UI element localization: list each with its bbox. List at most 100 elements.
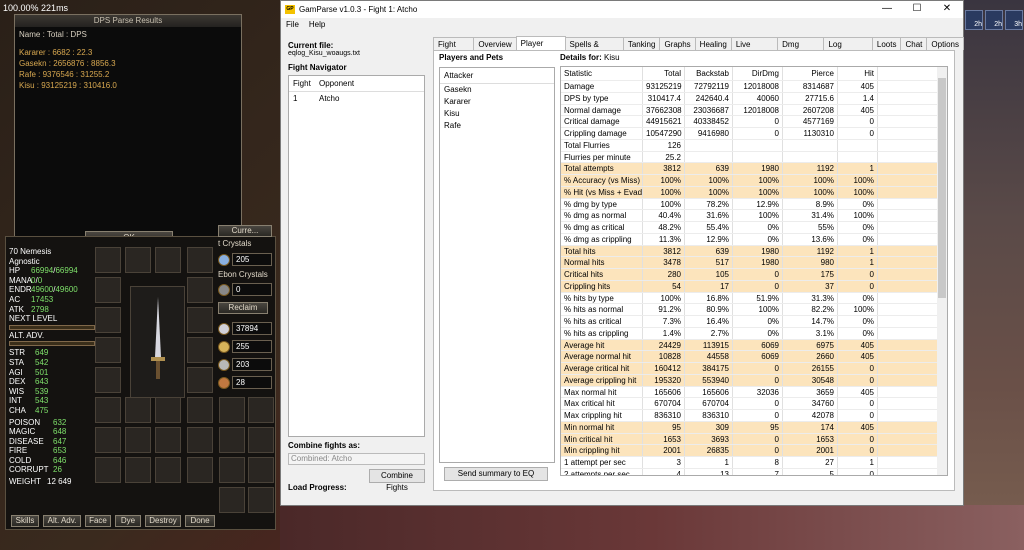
bag-slot-7-icon[interactable]: [219, 487, 245, 513]
table-row[interactable]: % hits as crippling 1.4% 2.7% 0% 3.1% 0%: [561, 327, 947, 340]
table-row[interactable]: Critical hits 280 105 0 175 0: [561, 269, 947, 281]
table-row[interactable]: Max crippling hit 836310 836310 0 42078 0: [561, 410, 947, 422]
table-row[interactable]: % hits as normal 91.2% 80.9% 100% 82.2% 100%: [561, 304, 947, 316]
tab-spells-discs[interactable]: Spells & Discs: [564, 37, 624, 62]
grid-scrollbar[interactable]: [937, 67, 947, 475]
attacker-item[interactable]: Rafe: [440, 120, 554, 132]
table-row[interactable]: Max normal hit 165606 165606 32036 3659 405: [561, 386, 947, 399]
reclaim-button[interactable]: Reclaim: [218, 302, 268, 314]
inventory-donebutton[interactable]: Done: [185, 515, 215, 527]
table-row[interactable]: Min crippling hit 2001 26835 0 2001 0: [561, 445, 947, 457]
slot-powersource-icon[interactable]: [155, 457, 181, 483]
slot-secondary-icon[interactable]: [95, 457, 121, 483]
slot-misc-icon[interactable]: [187, 457, 213, 483]
scrollbar-thumb[interactable]: [938, 78, 946, 298]
table-row[interactable]: Crippling damage 10547290 9416980 0 1130310 0: [561, 128, 947, 140]
tab-fight-list[interactable]: Fight List: [433, 37, 475, 62]
combine-name-input[interactable]: Combined: Atcho: [288, 453, 425, 465]
send-summary-button[interactable]: Send summary to EQ: [444, 467, 548, 481]
attacker-header[interactable]: Attacker: [440, 68, 554, 84]
table-row[interactable]: 2 attempts per sec 4 13 7 5 0: [561, 468, 947, 475]
table-row[interactable]: Max critical hit 670704 670704 0 34760 0: [561, 398, 947, 410]
slot-wrist2-icon[interactable]: [187, 337, 213, 363]
slot-face-icon[interactable]: [155, 247, 181, 273]
tab-overview[interactable]: Overview: [473, 37, 517, 50]
slot-feet-icon[interactable]: [155, 427, 181, 453]
bag-slot-3-icon[interactable]: [219, 427, 245, 453]
slot-charm-icon[interactable]: [155, 397, 181, 423]
table-row[interactable]: Critical damage 44915621 40338452 0 4577169 0: [561, 116, 947, 128]
table-row[interactable]: Damage 93125219 72792119 12018008 8314687 405: [561, 81, 947, 93]
table-row[interactable]: Total Flurries 126: [561, 139, 947, 152]
slot-ring2-icon[interactable]: [187, 397, 213, 423]
inventory-facebutton[interactable]: Face: [85, 515, 111, 527]
table-row[interactable]: % dmg as crippling 11.3% 12.9% 0% 13.6% 0%: [561, 233, 947, 246]
tab-chat[interactable]: Chat: [900, 37, 928, 50]
slot-hands-icon[interactable]: [187, 367, 213, 393]
tab-dmg-mods[interactable]: Dmg Mods: [777, 37, 825, 62]
tab-graphs[interactable]: Graphs: [659, 37, 696, 50]
table-row[interactable]: Normal damage 37662308 23036687 12018008 260…: [561, 104, 947, 117]
column-header[interactable]: Pierce: [783, 67, 838, 80]
buff-icon[interactable]: 2h: [965, 10, 983, 30]
table-row[interactable]: Flurries per minute 25.2: [561, 151, 947, 164]
tab-player-dps[interactable]: Player DPS: [515, 36, 566, 61]
tab-log-search[interactable]: Log Search: [823, 37, 873, 62]
table-row[interactable]: % hits by type 100% 16.8% 51.9% 31.3% 0%: [561, 292, 947, 305]
slot-ring-icon[interactable]: [95, 397, 121, 423]
table-row[interactable]: Min normal hit 95 309 95 174 405: [561, 421, 947, 434]
bag-slot-1-icon[interactable]: [219, 397, 245, 423]
table-row[interactable]: % Hit (vs Miss + Evade) 100% 100% 100% 100% 1…: [561, 186, 947, 199]
bag-slot-2-icon[interactable]: [248, 397, 274, 423]
currency-button[interactable]: Curre...: [218, 225, 272, 237]
table-row[interactable]: Min critical hit 1653 3693 0 1653 0: [561, 433, 947, 446]
slot-ear-icon[interactable]: [95, 247, 121, 273]
table-row[interactable]: Average normal hit 10828 44558 6069 2660 405: [561, 351, 947, 363]
slot-head-icon[interactable]: [125, 247, 151, 273]
table-row[interactable]: % dmg as normal 40.4% 31.6% 100% 31.4% 100%: [561, 210, 947, 222]
table-row[interactable]: 1 attempt per sec 3 1 8 27 1: [561, 457, 947, 469]
inventory-dyebutton[interactable]: Dye: [115, 515, 141, 527]
column-header[interactable]: Statistic: [561, 67, 643, 80]
combine-fights-button[interactable]: Combine Fights: [369, 469, 425, 492]
bag-slot-4-icon[interactable]: [248, 427, 274, 453]
inventory-alt-adv-button[interactable]: Alt. Adv.: [43, 515, 81, 527]
crystals-tab[interactable]: t Crystals: [218, 239, 251, 248]
slot-range-icon[interactable]: [95, 367, 121, 393]
slot-waist-icon[interactable]: [125, 427, 151, 453]
close-icon[interactable]: ✕: [929, 1, 965, 17]
menu-help[interactable]: Help: [304, 18, 330, 31]
table-row[interactable]: DPS by type 310417.4 242640.4 40060 27715.6 1…: [561, 92, 947, 105]
table-row[interactable]: Total hits 3812 639 1980 1192 1: [561, 245, 947, 258]
bag-slot-8-icon[interactable]: [248, 487, 274, 513]
slot-shoulder-icon[interactable]: [187, 277, 213, 303]
slot-primary-icon[interactable]: [187, 427, 213, 453]
table-row[interactable]: % dmg as critical 48.2% 55.4% 0% 55% 0%: [561, 222, 947, 234]
bag-slot-5-icon[interactable]: [219, 457, 245, 483]
slot-chest-icon[interactable]: [125, 397, 151, 423]
table-row[interactable]: Normal hits 3478 517 1980 980 1: [561, 257, 947, 269]
inventory-skillsbutton[interactable]: Skills: [11, 515, 39, 527]
table-row[interactable]: Average crippling hit 195320 553940 0 30548 0: [561, 374, 947, 387]
slot-ammo-icon[interactable]: [125, 457, 151, 483]
bag-slot-6-icon[interactable]: [248, 457, 274, 483]
table-row[interactable]: Crippling hits 54 17 0 37 0: [561, 280, 947, 293]
slot-neck-icon[interactable]: [95, 277, 121, 303]
column-header[interactable]: Total: [643, 67, 685, 80]
column-header[interactable]: DirDmg: [733, 67, 783, 80]
menu-file[interactable]: File: [281, 18, 304, 31]
fight-column-header[interactable]: Fight: [289, 79, 319, 88]
slot-wrist-icon[interactable]: [95, 337, 121, 363]
tab-options[interactable]: Options: [926, 37, 964, 50]
table-row[interactable]: Total attempts 3812 639 1980 1192 1: [561, 163, 947, 175]
buff-icon[interactable]: 3h: [1005, 10, 1023, 30]
slot-arms-icon[interactable]: [95, 307, 121, 333]
buff-icon[interactable]: 2h: [985, 10, 1003, 30]
table-row[interactable]: Average critical hit 160412 384175 0 26155 0: [561, 363, 947, 375]
table-row[interactable]: Average hit 24429 113915 6069 6975 405: [561, 339, 947, 352]
attacker-item[interactable]: Kisu: [440, 108, 554, 120]
slot-back-icon[interactable]: [187, 307, 213, 333]
opponent-column-header[interactable]: Opponent: [319, 79, 354, 88]
fight-row[interactable]: 1 Atcho: [289, 92, 424, 104]
tab-tanking[interactable]: Tanking: [622, 37, 661, 50]
